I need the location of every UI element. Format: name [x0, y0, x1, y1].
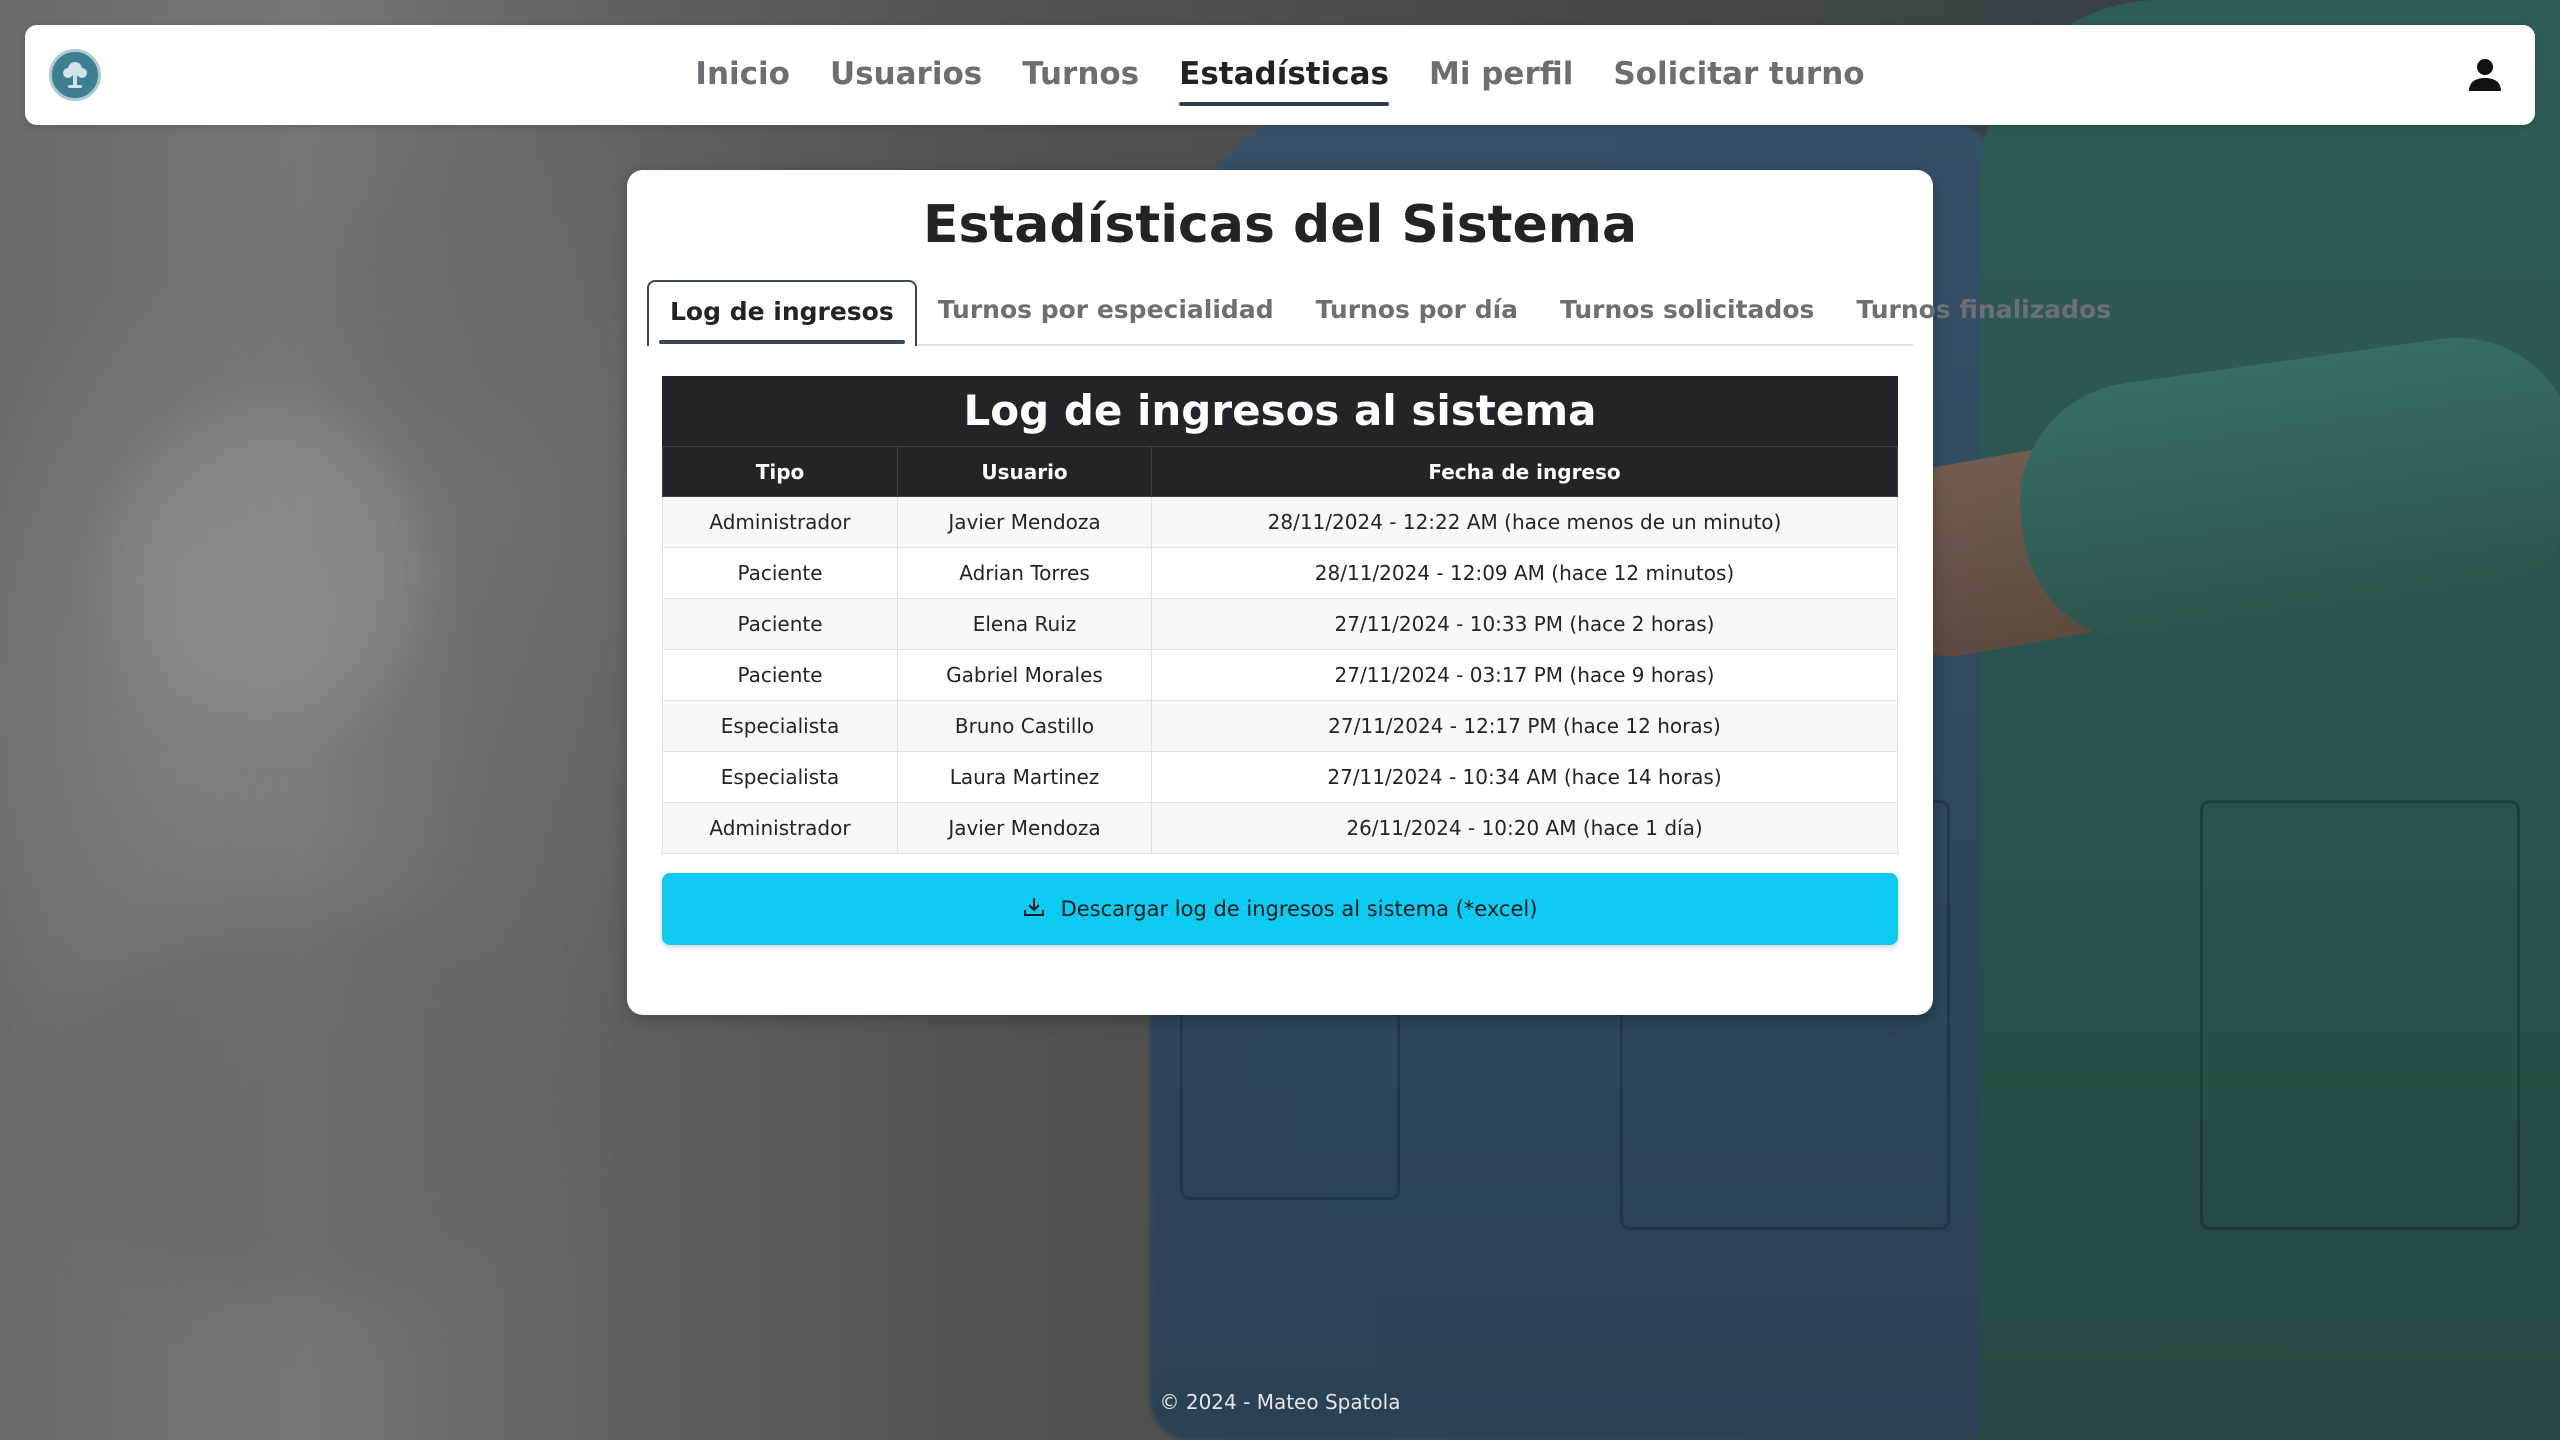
person-icon[interactable]: [2465, 55, 2505, 95]
table-row: Administrador Javier Mendoza 28/11/2024 …: [662, 496, 1898, 548]
cell-usuario: Javier Mendoza: [897, 496, 1152, 548]
cell-tipo: Especialista: [662, 751, 898, 803]
table-row: Especialista Laura Martinez 27/11/2024 -…: [662, 751, 1898, 803]
table-row: Paciente Adrian Torres 28/11/2024 - 12:0…: [662, 547, 1898, 599]
cell-fecha: 28/11/2024 - 12:22 AM (hace menos de un …: [1151, 496, 1898, 548]
table-caption: Log de ingresos al sistema: [662, 376, 1898, 446]
download-button-label: Descargar log de ingresos al sistema (*e…: [1060, 897, 1538, 921]
cell-fecha: 27/11/2024 - 10:34 AM (hace 14 horas): [1151, 751, 1898, 803]
cell-usuario: Gabriel Morales: [897, 649, 1152, 701]
table-header-row: Tipo Usuario Fecha de ingreso: [662, 446, 1898, 497]
nav-item-turnos[interactable]: Turnos: [1022, 48, 1139, 102]
nav-item-estadisticas[interactable]: Estadísticas: [1179, 48, 1389, 106]
cell-fecha: 27/11/2024 - 10:33 PM (hace 2 horas): [1151, 598, 1898, 650]
cell-tipo: Paciente: [662, 598, 898, 650]
tab-log-de-ingresos[interactable]: Log de ingresos: [647, 280, 917, 346]
download-excel-button[interactable]: Descargar log de ingresos al sistema (*e…: [662, 873, 1898, 945]
column-header-tipo[interactable]: Tipo: [662, 446, 898, 497]
log-table-container: Log de ingresos al sistema Tipo Usuario …: [662, 376, 1898, 854]
statistics-card: Estadísticas del Sistema Log de ingresos…: [627, 170, 2111, 1015]
cell-tipo: Administrador: [662, 802, 898, 854]
tab-turnos-solicitados[interactable]: Turnos solicitados: [1539, 280, 1835, 344]
download-icon: [1023, 896, 1045, 923]
footer-copyright: © 2024 - Mateo Spatola: [1159, 1390, 1401, 1414]
cell-fecha: 27/11/2024 - 03:17 PM (hace 9 horas): [1151, 649, 1898, 701]
cell-usuario: Laura Martinez: [897, 751, 1152, 803]
table-row: Administrador Javier Mendoza 26/11/2024 …: [662, 802, 1898, 854]
top-navbar: Inicio Usuarios Turnos Estadísticas Mi p…: [25, 25, 2535, 125]
tab-turnos-finalizados[interactable]: Turnos finalizados: [1835, 280, 2132, 344]
log-table: Tipo Usuario Fecha de ingreso Administra…: [662, 446, 1898, 854]
nav-item-mi-perfil[interactable]: Mi perfil: [1429, 48, 1573, 102]
cell-usuario: Adrian Torres: [897, 547, 1152, 599]
tab-turnos-por-dia[interactable]: Turnos por día: [1295, 280, 1539, 344]
page-title: Estadísticas del Sistema: [922, 195, 1638, 255]
medical-tree-logo-icon[interactable]: [49, 49, 101, 101]
column-header-usuario[interactable]: Usuario: [897, 446, 1152, 497]
nav-item-inicio[interactable]: Inicio: [695, 48, 790, 102]
tab-turnos-por-especialidad[interactable]: Turnos por especialidad: [917, 280, 1295, 344]
cell-fecha: 26/11/2024 - 10:20 AM (hace 1 día): [1151, 802, 1898, 854]
nav-item-solicitar-turno[interactable]: Solicitar turno: [1613, 48, 1864, 102]
table-row: Paciente Elena Ruiz 27/11/2024 - 10:33 P…: [662, 598, 1898, 650]
table-row: Especialista Bruno Castillo 27/11/2024 -…: [662, 700, 1898, 752]
statistics-tabs: Log de ingresos Turnos por especialidad …: [647, 280, 2111, 346]
cell-tipo: Paciente: [662, 547, 898, 599]
table-row: Paciente Gabriel Morales 27/11/2024 - 03…: [662, 649, 1898, 701]
column-header-fecha[interactable]: Fecha de ingreso: [1151, 446, 1898, 497]
cell-tipo: Especialista: [662, 700, 898, 752]
cell-usuario: Bruno Castillo: [897, 700, 1152, 752]
nav-links: Inicio Usuarios Turnos Estadísticas Mi p…: [695, 48, 1865, 106]
cell-tipo: Administrador: [662, 496, 898, 548]
cell-fecha: 28/11/2024 - 12:09 AM (hace 12 minutos): [1151, 547, 1898, 599]
cell-usuario: Elena Ruiz: [897, 598, 1152, 650]
nav-item-usuarios[interactable]: Usuarios: [830, 48, 982, 102]
cell-fecha: 27/11/2024 - 12:17 PM (hace 12 horas): [1151, 700, 1898, 752]
cell-usuario: Javier Mendoza: [897, 802, 1152, 854]
cell-tipo: Paciente: [662, 649, 898, 701]
